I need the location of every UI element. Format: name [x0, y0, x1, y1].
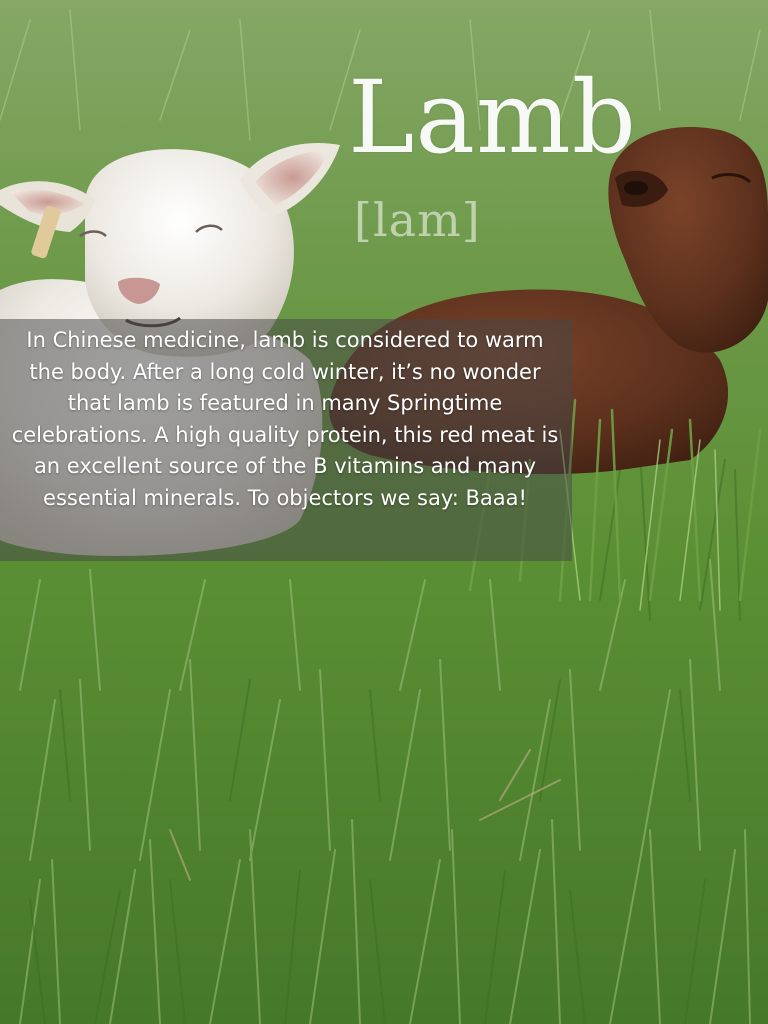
phonetic-pronunciation: [lam] — [354, 193, 481, 247]
caption-text: In Chinese medicine, lamb is considered … — [11, 328, 559, 510]
lamb-photo-page: Lamb [lam] In Chinese medicine, lamb is … — [0, 0, 768, 1024]
page-title: Lamb — [348, 59, 637, 176]
